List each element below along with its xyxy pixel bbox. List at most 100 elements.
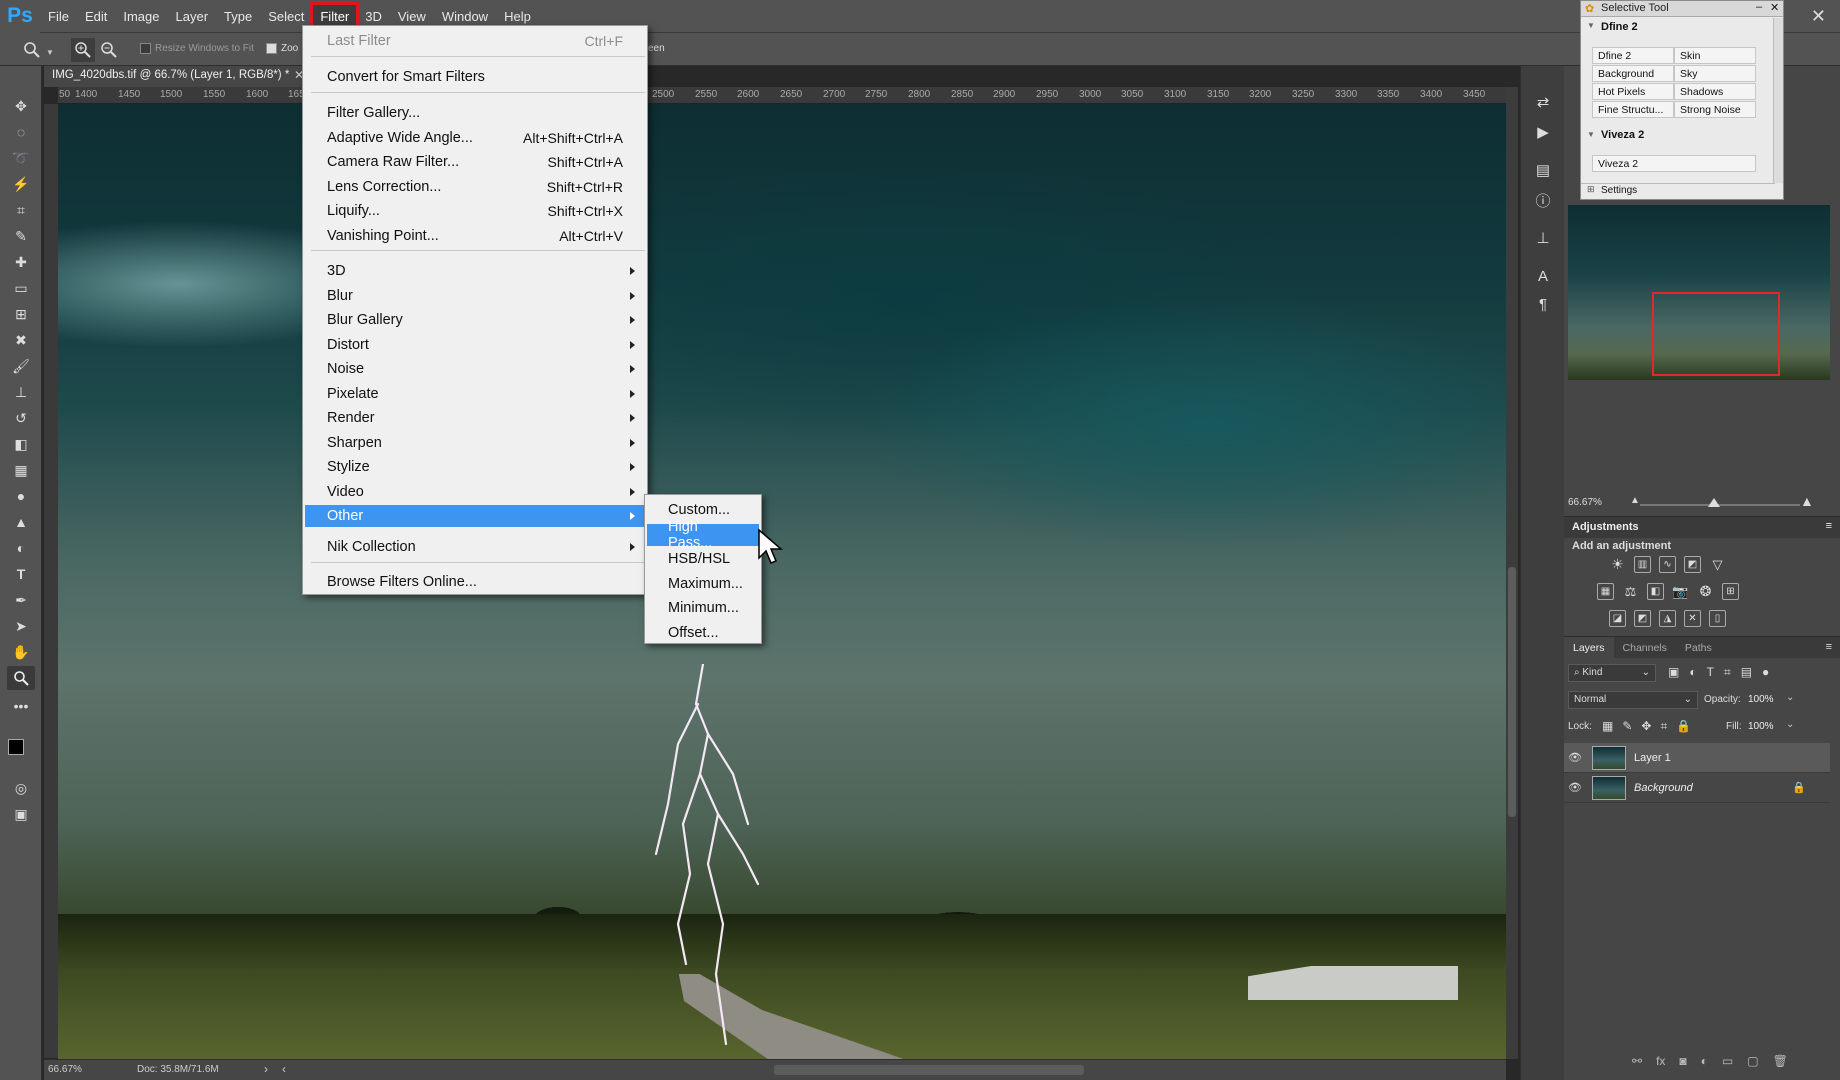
gradient-tool-icon[interactable]: ▦ [7, 458, 35, 482]
layer-name[interactable]: Layer 1 [1634, 752, 1671, 764]
menu-item-stylize[interactable]: Stylize [305, 456, 645, 478]
clone-stamp-tool-icon[interactable]: ⊥ [7, 380, 35, 404]
vertical-scrollbar[interactable] [1506, 87, 1518, 1059]
clone-source-panel-icon[interactable]: ⊥ [1531, 226, 1555, 250]
sky-button[interactable]: Sky [1674, 65, 1756, 82]
menu-item-3d[interactable]: 3D [305, 260, 645, 282]
dfine-header[interactable]: Dfine 2 [1601, 21, 1638, 33]
collapse-arrow-icon[interactable]: ▼ [1587, 130, 1595, 139]
lasso-tool-icon[interactable]: ➰ [7, 146, 35, 170]
menu-image[interactable]: Image [115, 4, 167, 28]
settings-icon[interactable]: ⊞ [1587, 184, 1595, 195]
viveza-header[interactable]: Viveza 2 [1601, 129, 1644, 141]
menu-item-camera-raw-filter[interactable]: Camera Raw Filter... Shift+Ctrl+A [305, 151, 645, 173]
menu-edit[interactable]: Edit [77, 4, 115, 28]
menu-item-filter-gallery[interactable]: Filter Gallery... [305, 102, 645, 124]
menu-item-pixelate[interactable]: Pixelate [305, 383, 645, 405]
menu-item-browse-filters-online[interactable]: Browse Filters Online... [305, 571, 645, 593]
collapse-arrow-icon[interactable]: ▼ [1587, 21, 1595, 30]
selective-color-icon[interactable]: ✕ [1684, 610, 1701, 627]
image-canvas[interactable] [58, 104, 1506, 1059]
menu-item-distort[interactable]: Distort [305, 334, 645, 356]
lock-image-icon[interactable]: ✎ [1622, 719, 1632, 734]
levels-icon[interactable]: ▥ [1634, 556, 1651, 573]
menu-item-lens-correction[interactable]: Lens Correction... Shift+Ctrl+R [305, 176, 645, 198]
history-panel-icon[interactable]: ⇄ [1531, 90, 1555, 114]
new-layer-icon[interactable]: ▢ [1747, 1054, 1758, 1068]
chevron-down-icon[interactable]: ▼ [46, 48, 54, 57]
menu-item-video[interactable]: Video [305, 481, 645, 503]
panel-menu-icon[interactable]: ≡ [1826, 520, 1832, 532]
crop-tool-icon[interactable]: ⌗ [7, 198, 35, 222]
menu-item-other[interactable]: Other [305, 505, 645, 527]
minimize-icon[interactable]: – [1756, 1, 1762, 13]
quick-mask-icon[interactable]: ◎ [7, 776, 35, 800]
navigator-zoom-slider[interactable] [1640, 504, 1800, 506]
eraser-tool-icon[interactable]: ◧ [7, 432, 35, 456]
dodge-tool-icon[interactable]: ◐ [7, 536, 35, 560]
vertical-scroll-thumb[interactable] [1508, 567, 1516, 817]
fill-chevron-icon[interactable]: ⌄ [1786, 719, 1794, 730]
menu-item-liquify[interactable]: Liquify... Shift+Ctrl+X [305, 200, 645, 222]
viveza-2-button[interactable]: Viveza 2 [1592, 155, 1756, 172]
submenu-item-minimum[interactable]: Minimum... [647, 597, 759, 619]
tab-layers[interactable]: Layers [1564, 637, 1614, 658]
black-white-icon[interactable]: ◧ [1647, 583, 1664, 600]
shadows-button[interactable]: Shadows [1674, 83, 1756, 100]
tab-channels[interactable]: Channels [1614, 637, 1676, 658]
move-tool-icon[interactable]: ✥ [7, 94, 35, 118]
eye-icon[interactable]: 👁 [1564, 751, 1586, 764]
layer-thumbnail[interactable] [1592, 745, 1626, 770]
tab-paths[interactable]: Paths [1676, 637, 1721, 658]
posterize-icon[interactable]: ◩ [1634, 610, 1651, 627]
submenu-item-hsb-hsl[interactable]: HSB/HSL [647, 548, 759, 570]
hue-saturation-icon[interactable]: ▦ [1597, 583, 1614, 600]
menu-item-vanishing-point[interactable]: Vanishing Point... Alt+Ctrl+V [305, 225, 645, 247]
zoom-out-icon[interactable] [97, 38, 121, 62]
navigator-zoom-knob[interactable] [1708, 498, 1720, 507]
vibrance-icon[interactable]: ▽ [1709, 556, 1726, 573]
pixel-layer-filter-icon[interactable]: ▣ [1668, 665, 1679, 680]
menu-item-render[interactable]: Render [305, 407, 645, 429]
zoom-tool-icon[interactable] [7, 666, 35, 690]
zoom-all-windows-checkbox[interactable]: Zoo [266, 43, 298, 54]
layer-thumbnail[interactable] [1592, 775, 1626, 800]
brush-tool-icon[interactable]: 🖌 [7, 354, 35, 378]
blend-mode-select[interactable]: Normal ⌄ [1568, 691, 1698, 709]
submenu-item-offset[interactable]: Offset... [647, 622, 759, 644]
menu-item-convert-smart-filters[interactable]: Convert for Smart Filters [305, 66, 645, 88]
more-tools-icon[interactable]: ••• [7, 694, 35, 718]
fill-screen-button[interactable]: een [648, 43, 665, 54]
layer-filter-kind-select[interactable]: ⌕ Kind ⌄ [1568, 664, 1656, 682]
new-group-icon[interactable]: ▭ [1722, 1054, 1733, 1068]
brightness-contrast-icon[interactable]: ☀ [1609, 556, 1626, 573]
lock-transparent-icon[interactable]: ▦ [1602, 719, 1613, 734]
submenu-item-high-pass[interactable]: High Pass... [647, 519, 759, 551]
background-button[interactable]: Background [1592, 65, 1674, 82]
scroll-left-icon[interactable]: ‹ [282, 1062, 286, 1076]
new-adjustment-layer-icon[interactable]: ◐ [1701, 1054, 1708, 1068]
opacity-value[interactable]: 100% [1748, 694, 1774, 705]
exposure-icon[interactable]: ◩ [1684, 556, 1701, 573]
patch-tool-icon[interactable]: ▭ [7, 276, 35, 300]
channel-mixer-icon[interactable]: ❂ [1697, 583, 1714, 600]
invert-icon[interactable]: ◪ [1609, 610, 1626, 627]
history-brush-tool-icon[interactable]: ↺ [7, 406, 35, 430]
hand-tool-icon[interactable]: ✋ [7, 640, 35, 664]
properties-panel-icon[interactable]: ▤ [1531, 158, 1555, 182]
status-menu-arrow-icon[interactable]: › [264, 1062, 268, 1076]
layer-name[interactable]: Background [1634, 782, 1693, 794]
zoom-in-mountain-icon[interactable]: ▲ [1800, 493, 1814, 509]
foreground-color-swatch[interactable] [8, 739, 24, 755]
menu-item-nik-collection[interactable]: Nik Collection [305, 536, 645, 558]
close-window-icon[interactable]: ✕ [1811, 6, 1826, 27]
menu-file[interactable]: File [40, 4, 77, 28]
marquee-tool-icon[interactable]: ◌ [7, 120, 35, 144]
fx-icon[interactable]: fx [1656, 1054, 1665, 1068]
hot-pixels-button[interactable]: Hot Pixels [1592, 83, 1674, 100]
photo-filter-icon[interactable]: 📷 [1672, 583, 1689, 600]
layer-row-layer-1[interactable]: 👁 Layer 1 [1564, 743, 1830, 773]
fine-structure-button[interactable]: Fine Structu... [1592, 101, 1674, 118]
close-icon[interactable]: ✕ [1770, 1, 1779, 14]
menu-item-blur-gallery[interactable]: Blur Gallery [305, 309, 645, 331]
